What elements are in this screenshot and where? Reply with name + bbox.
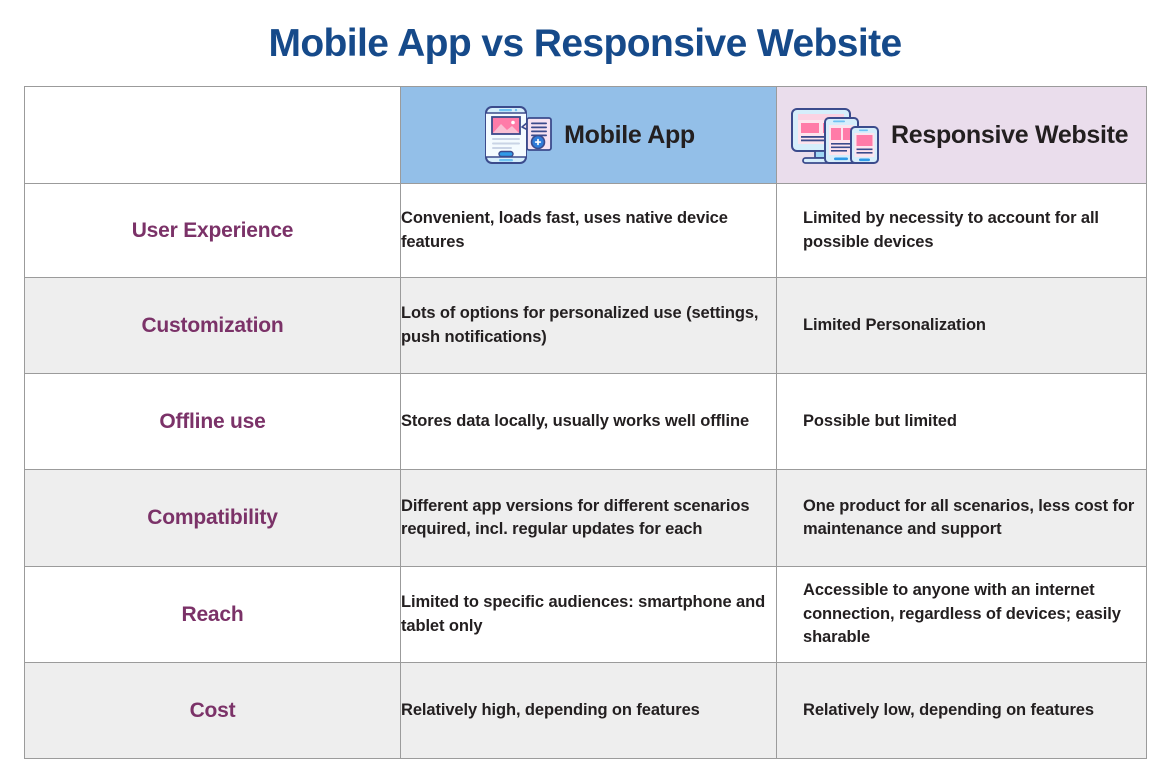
row-label-reach: Reach: [24, 566, 401, 663]
cell-mobile-app-user-experience: Convenient, loads fast, uses native devi…: [400, 183, 777, 278]
row-label-compatibility: Compatibility: [24, 469, 401, 567]
page-title: Mobile App vs Responsive Website: [268, 22, 902, 65]
header-cell-empty: [24, 86, 401, 184]
table-row: User Experience Convenient, loads fast, …: [24, 183, 1147, 278]
row-label-user-experience: User Experience: [24, 183, 401, 278]
table-row: Cost Relatively high, depending on featu…: [24, 662, 1147, 759]
row-label-offline-use: Offline use: [24, 373, 401, 470]
cell-mobile-app-customization: Lots of options for personalized use (se…: [400, 277, 777, 374]
row-label-cost: Cost: [24, 662, 401, 759]
table-row: Compatibility Different app versions for…: [24, 469, 1147, 567]
row-label-customization: Customization: [24, 277, 401, 374]
cell-responsive-website-cost: Relatively low, depending on features: [776, 662, 1147, 759]
table-header-row: Mobile App Responsive Website: [24, 86, 1147, 184]
cell-responsive-website-offline-use: Possible but limited: [776, 373, 1147, 470]
header-cell-responsive-website: Responsive Website: [776, 86, 1147, 184]
cell-mobile-app-offline-use: Stores data locally, usually works well …: [400, 373, 777, 470]
table-row: Customization Lots of options for person…: [24, 277, 1147, 374]
cell-mobile-app-reach: Limited to specific audiences: smartphon…: [400, 566, 777, 663]
cell-responsive-website-compatibility: One product for all scenarios, less cost…: [776, 469, 1147, 567]
header-cell-mobile-app: Mobile App: [400, 86, 777, 184]
mobile-app-icon: [482, 104, 554, 166]
responsive-devices-icon: [789, 104, 881, 166]
comparison-table: Mobile App Responsive Website User Exper…: [24, 86, 1147, 759]
header-label-mobile-app: Mobile App: [564, 120, 695, 149]
table-row: Offline use Stores data locally, usually…: [24, 373, 1147, 470]
cell-responsive-website-user-experience: Limited by necessity to account for all …: [776, 183, 1147, 278]
header-label-responsive-website: Responsive Website: [891, 120, 1129, 149]
cell-mobile-app-cost: Relatively high, depending on features: [400, 662, 777, 759]
comparison-table-page: Mobile App vs Responsive Website Mobile …: [0, 0, 1170, 780]
cell-responsive-website-reach: Accessible to anyone with an internet co…: [776, 566, 1147, 663]
table-row: Reach Limited to specific audiences: sma…: [24, 566, 1147, 663]
cell-responsive-website-customization: Limited Personalization: [776, 277, 1147, 374]
cell-mobile-app-compatibility: Different app versions for different sce…: [400, 469, 777, 567]
